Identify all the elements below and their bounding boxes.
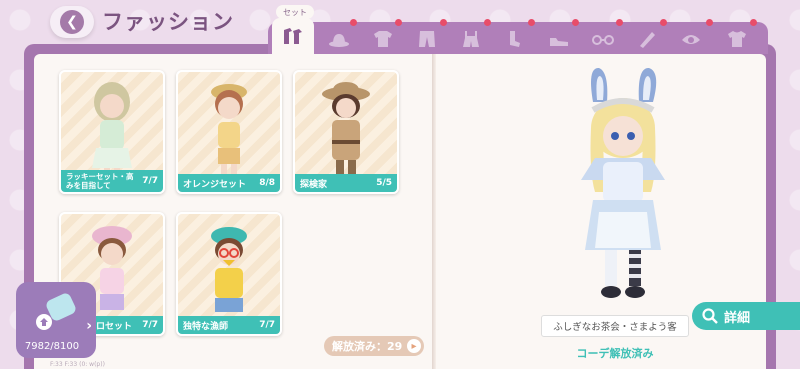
tab-top[interactable] — [366, 26, 400, 52]
collection-count: 7982/8100 — [24, 341, 80, 352]
book-spine — [432, 54, 436, 369]
new-badge-dot — [484, 19, 491, 26]
tab-face[interactable] — [674, 26, 708, 52]
detail-button-label: 詳細 — [724, 310, 751, 326]
chevron-right-icon: › — [86, 318, 92, 334]
accessory-icon — [640, 32, 655, 48]
expand-icon[interactable]: ▸ — [407, 339, 421, 353]
tab-accessory[interactable] — [630, 26, 664, 52]
outfit-card[interactable]: ラッキーセット・高みを目指して 7/7 — [59, 70, 165, 194]
shirt-icon — [374, 31, 392, 47]
tab-glasses[interactable] — [586, 26, 620, 52]
new-badge-dot — [350, 19, 357, 26]
unlocked-count-pill: 解放済み：29 ▸ — [324, 336, 424, 356]
new-badge-dot — [616, 19, 623, 26]
outfit-card[interactable]: 探検家 5/5 — [293, 70, 399, 194]
tab-active-label: セット — [276, 5, 314, 19]
outfit-card[interactable]: 独特な漁師 7/7 — [176, 212, 282, 336]
tab-shoes[interactable] — [542, 26, 576, 52]
character-figure — [92, 82, 132, 182]
detail-button[interactable]: 詳細 — [692, 302, 800, 330]
character-figure — [322, 82, 370, 182]
tab-tshirt[interactable] — [720, 26, 754, 52]
character-figure — [211, 84, 247, 182]
outfit-name-field: ふしぎなお茶会・さまよう客 — [541, 315, 689, 337]
new-badge-dot — [572, 19, 579, 26]
glasses-icon — [592, 35, 614, 45]
outfit-card-label: 探検家 5/5 — [295, 174, 397, 192]
debug-footer: F:33 F:33 (0: w(p)) — [50, 361, 105, 368]
overall-icon — [463, 31, 479, 47]
face-icon — [682, 35, 700, 44]
character-figure — [211, 227, 247, 312]
character-preview — [581, 67, 665, 298]
tab-bottom[interactable] — [410, 26, 444, 52]
tab-hat[interactable] — [322, 26, 356, 52]
back-button[interactable]: ❮ — [50, 6, 94, 38]
wardrobe-icon — [36, 293, 76, 330]
new-badge-dot — [440, 19, 447, 26]
new-badge-dot — [395, 19, 402, 26]
socks-icon — [510, 31, 520, 47]
outfit-card-label: 独特な漁師 7/7 — [178, 316, 280, 334]
new-badge-dot — [528, 19, 535, 26]
tab-socks[interactable] — [498, 26, 532, 52]
tshirt-icon — [728, 31, 746, 47]
outfit-set-icon — [284, 28, 302, 44]
coordinate-status: コーデ解放済み — [576, 347, 654, 360]
collection-widget[interactable]: › 7982/8100 — [16, 282, 96, 358]
outfit-card[interactable]: オレンジセット 8/8 — [176, 70, 282, 194]
outfit-card-label: オレンジセット 8/8 — [178, 174, 280, 192]
new-badge-dot — [706, 19, 713, 26]
new-badge-dot — [750, 19, 757, 26]
new-badge-dot — [660, 19, 667, 26]
tab-set[interactable] — [272, 18, 314, 54]
shoes-icon — [550, 38, 568, 46]
page-title: ファッション — [102, 10, 234, 34]
search-icon — [702, 308, 718, 324]
unlocked-count-label: 解放済み：29 — [332, 340, 403, 353]
outfit-card-label: ラッキーセット・高みを目指して 7/7 — [61, 170, 163, 192]
back-arrow-icon: ❮ — [60, 10, 84, 34]
tab-overall[interactable] — [454, 26, 488, 52]
hat-icon — [329, 34, 349, 47]
pants-icon — [419, 31, 435, 47]
